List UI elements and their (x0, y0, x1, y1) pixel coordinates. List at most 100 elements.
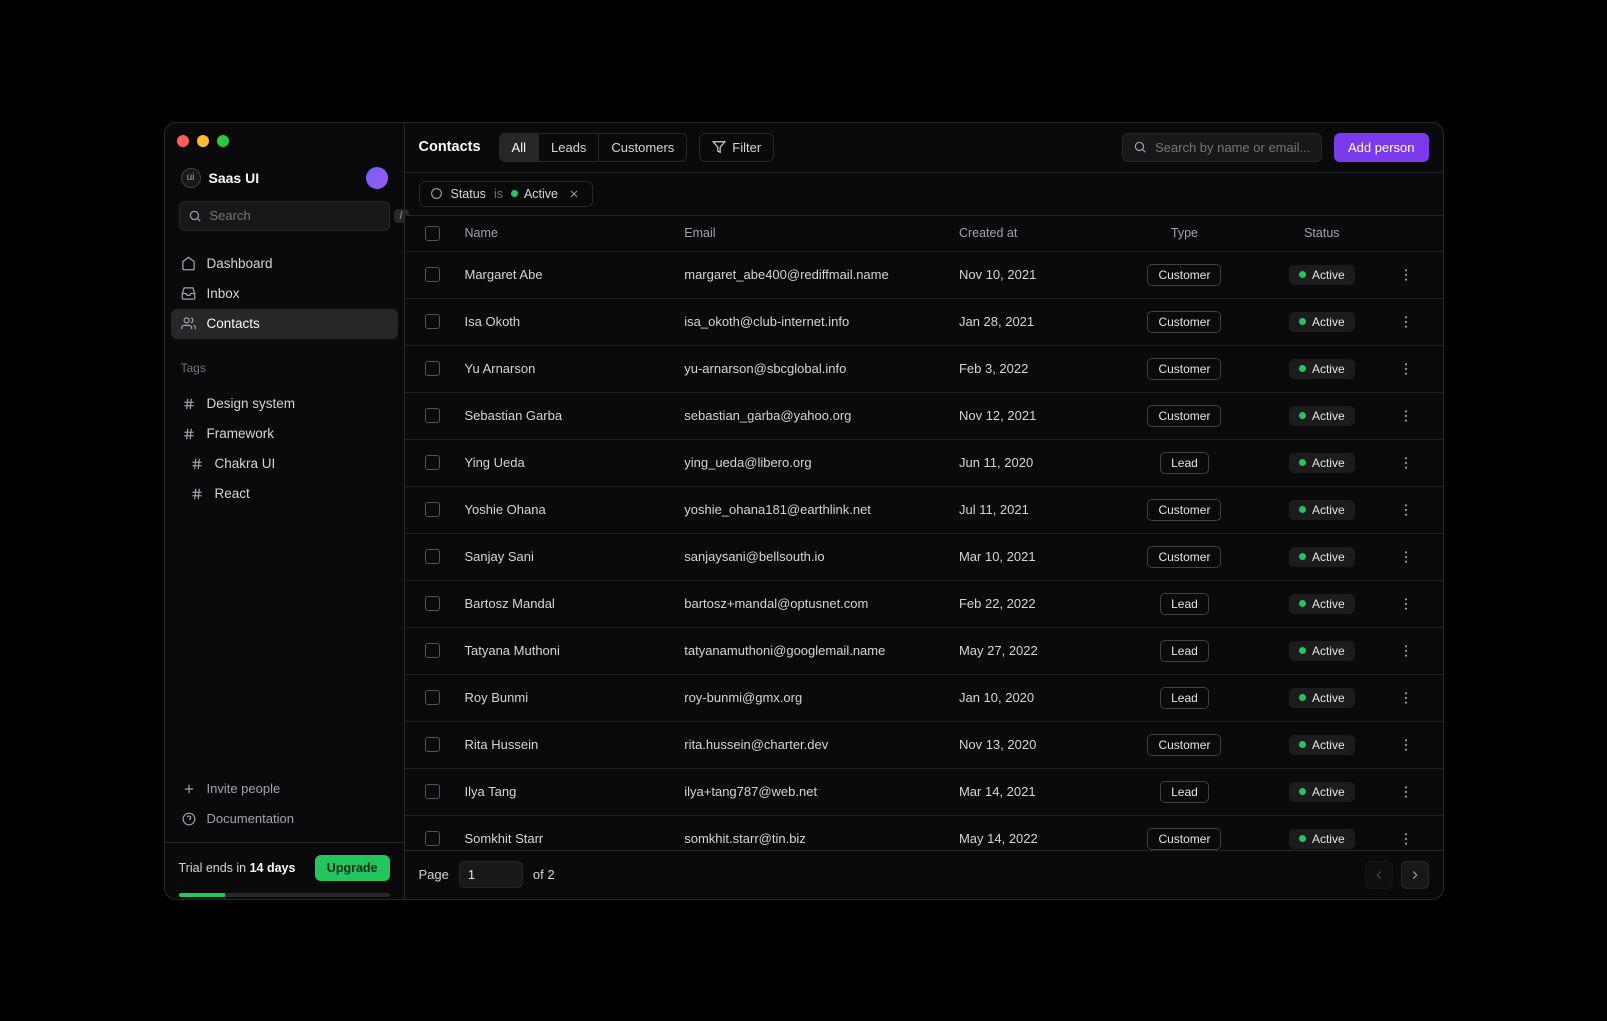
table-row[interactable]: Ying Ueda ying_ueda@libero.org Jun 11, 2… (405, 440, 1443, 487)
row-actions-button[interactable] (1390, 537, 1438, 577)
close-window-icon[interactable] (177, 135, 189, 147)
cell-status: Active (1253, 253, 1390, 297)
tag-item[interactable]: Chakra UI (171, 449, 398, 479)
row-actions-button[interactable] (1390, 302, 1438, 342)
chip-remove-icon[interactable] (566, 188, 582, 200)
table-row[interactable]: Isa Okoth isa_okoth@club-internet.info J… (405, 299, 1443, 346)
main-search-input[interactable] (1155, 140, 1331, 155)
col-name[interactable]: Name (457, 216, 677, 250)
row-checkbox[interactable] (425, 408, 440, 423)
row-actions-button[interactable] (1390, 396, 1438, 436)
row-actions-button[interactable] (1390, 443, 1438, 483)
status-dot-icon (511, 190, 518, 197)
tag-label: Chakra UI (215, 456, 276, 471)
table-row[interactable]: Ilya Tang ilya+tang787@web.net Mar 14, 2… (405, 769, 1443, 816)
table-row[interactable]: Yoshie Ohana yoshie_ohana181@earthlink.n… (405, 487, 1443, 534)
row-actions-button[interactable] (1390, 631, 1438, 671)
main-search[interactable] (1122, 133, 1322, 162)
row-actions-button[interactable] (1390, 678, 1438, 718)
table-row[interactable]: Margaret Abe margaret_abe400@rediffmail.… (405, 252, 1443, 299)
col-created[interactable]: Created at (951, 216, 1116, 250)
cell-name: Isa Okoth (457, 302, 677, 341)
cell-status: Active (1253, 394, 1390, 438)
table-row[interactable]: Yu Arnarson yu-arnarson@sbcglobal.info F… (405, 346, 1443, 393)
row-checkbox[interactable] (425, 643, 440, 658)
row-checkbox[interactable] (425, 455, 440, 470)
filter-button[interactable]: Filter (699, 133, 774, 162)
row-checkbox[interactable] (425, 502, 440, 517)
sidebar-search-input[interactable] (210, 208, 386, 223)
table-row[interactable]: Rita Hussein rita.hussein@charter.dev No… (405, 722, 1443, 769)
table-row[interactable]: Somkhit Starr somkhit.starr@tin.biz May … (405, 816, 1443, 850)
table-row[interactable]: Roy Bunmi roy-bunmi@gmx.org Jan 10, 2020… (405, 675, 1443, 722)
app-window: ui Saas UI / D (164, 122, 1444, 900)
row-actions-button[interactable] (1390, 772, 1438, 812)
row-actions-button[interactable] (1390, 725, 1438, 765)
cell-status: Active (1253, 488, 1390, 532)
documentation-link[interactable]: Documentation (171, 804, 398, 834)
table-row[interactable]: Sanjay Sani sanjaysani@bellsouth.io Mar … (405, 534, 1443, 581)
col-type[interactable]: Type (1116, 216, 1253, 250)
add-person-button[interactable]: Add person (1334, 133, 1429, 162)
sidebar-search[interactable]: / (179, 201, 390, 231)
row-actions-button[interactable] (1390, 255, 1438, 295)
row-checkbox[interactable] (425, 831, 440, 846)
status-dot-icon (1299, 553, 1306, 560)
status-dot-icon (1299, 694, 1306, 701)
cell-name: Sanjay Sani (457, 537, 677, 576)
page-prev-button[interactable] (1365, 861, 1393, 889)
help-icon (181, 811, 197, 827)
segment-customers[interactable]: Customers (599, 134, 686, 161)
status-dot-icon (1299, 271, 1306, 278)
segment-leads[interactable]: Leads (539, 134, 599, 161)
col-status[interactable]: Status (1253, 216, 1390, 250)
row-checkbox[interactable] (425, 737, 440, 752)
maximize-window-icon[interactable] (217, 135, 229, 147)
nav-contacts[interactable]: Contacts (171, 309, 398, 339)
tag-item[interactable]: React (171, 479, 398, 509)
row-checkbox[interactable] (425, 361, 440, 376)
row-actions-button[interactable] (1390, 819, 1438, 850)
row-actions-button[interactable] (1390, 584, 1438, 624)
cell-status: Active (1253, 582, 1390, 626)
cell-status: Active (1253, 535, 1390, 579)
user-avatar[interactable] (366, 167, 388, 189)
cell-type: Customer (1116, 346, 1253, 392)
page-input[interactable] (459, 861, 523, 888)
cell-email: margaret_abe400@rediffmail.name (676, 255, 951, 294)
row-checkbox[interactable] (425, 690, 440, 705)
row-actions-button[interactable] (1390, 349, 1438, 389)
nav-dashboard[interactable]: Dashboard (171, 249, 398, 279)
cell-created: Feb 3, 2022 (951, 349, 1116, 388)
cell-email: roy-bunmi@gmx.org (676, 678, 951, 717)
home-icon (181, 256, 197, 272)
cell-type: Customer (1116, 534, 1253, 580)
row-checkbox[interactable] (425, 784, 440, 799)
row-checkbox[interactable] (425, 596, 440, 611)
col-email[interactable]: Email (676, 216, 951, 250)
row-checkbox[interactable] (425, 267, 440, 282)
status-dot-icon (1299, 835, 1306, 842)
page-next-button[interactable] (1401, 861, 1429, 889)
segment-all[interactable]: All (500, 134, 539, 161)
invite-people-link[interactable]: Invite people (171, 774, 398, 804)
table-row[interactable]: Bartosz Mandal bartosz+mandal@optusnet.c… (405, 581, 1443, 628)
select-all-checkbox[interactable] (425, 226, 440, 241)
status-dot-icon (1299, 741, 1306, 748)
minimize-window-icon[interactable] (197, 135, 209, 147)
table-header: Name Email Created at Type Status (405, 216, 1443, 252)
tag-item[interactable]: Design system (171, 389, 398, 419)
tag-item[interactable]: Framework (171, 419, 398, 449)
table-row[interactable]: Sebastian Garba sebastian_garba@yahoo.or… (405, 393, 1443, 440)
status-dot-icon (1299, 365, 1306, 372)
nav-inbox[interactable]: Inbox (171, 279, 398, 309)
cell-created: May 14, 2022 (951, 819, 1116, 850)
row-checkbox[interactable] (425, 549, 440, 564)
upgrade-button[interactable]: Upgrade (315, 855, 390, 881)
cell-email: rita.hussein@charter.dev (676, 725, 951, 764)
filter-chip-status[interactable]: Status is Active (419, 181, 594, 207)
cell-email: isa_okoth@club-internet.info (676, 302, 951, 341)
row-checkbox[interactable] (425, 314, 440, 329)
row-actions-button[interactable] (1390, 490, 1438, 530)
table-row[interactable]: Tatyana Muthoni tatyanamuthoni@googlemai… (405, 628, 1443, 675)
